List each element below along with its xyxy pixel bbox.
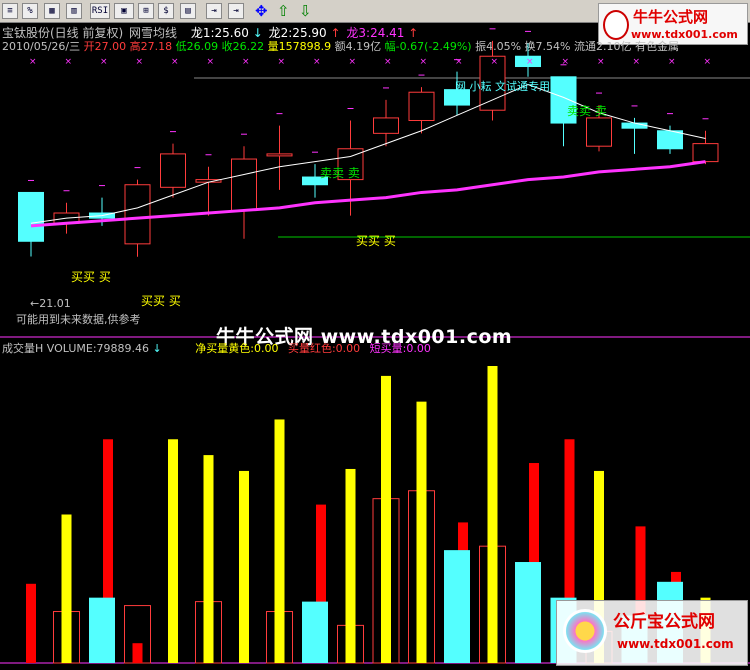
- top-cross: ×: [207, 57, 215, 67]
- top-cross: ×: [313, 57, 321, 67]
- top-cross: ×: [526, 57, 534, 67]
- special-label: 网 小耘 文试通专用: [455, 80, 550, 93]
- top-cross: ×: [633, 57, 641, 67]
- volume-arrow-icon: ↓: [152, 342, 162, 355]
- candle-body[interactable]: [231, 158, 257, 211]
- volume-yellow-bar: [381, 375, 391, 663]
- volume-title: 成交量H VOLUME:79889.46: [2, 342, 150, 355]
- candle-body[interactable]: [124, 184, 151, 245]
- top-cross: ×: [242, 57, 250, 67]
- watermark-bottom-title: 公斤宝公式网: [613, 612, 715, 632]
- candle-body[interactable]: [408, 91, 435, 121]
- volume-yellow-bar: [274, 419, 285, 663]
- volume-yellow: 净买量黄色:0.00: [195, 342, 279, 355]
- candle-body[interactable]: [657, 130, 683, 150]
- top-cross: ×: [491, 57, 499, 67]
- top-cross: ×: [668, 57, 676, 67]
- volume-cyan-bar: [444, 550, 470, 663]
- candle-body[interactable]: [266, 153, 293, 157]
- sell-label-2: 卖卖 卖: [567, 104, 607, 118]
- volume-cyan-bar: [515, 562, 541, 663]
- sell-label-1: 卖卖 卖: [320, 166, 360, 180]
- candle-body[interactable]: [621, 122, 648, 129]
- volume-yellow-bar: [61, 514, 72, 663]
- top-cross: ×: [384, 57, 392, 67]
- watermark-bottom-url: www.tdx001.com: [617, 637, 734, 651]
- watermark-bottom: 公斤宝公式网 www.tdx001.com: [556, 600, 748, 666]
- candle-body[interactable]: [586, 117, 612, 147]
- top-cross: ×: [597, 57, 605, 67]
- top-cross: ×: [136, 57, 144, 67]
- top-cross: ×: [171, 57, 179, 67]
- volume-yellow-bar: [203, 455, 214, 663]
- volume-red-bar: [132, 643, 143, 663]
- volume-cyan-bar: [89, 597, 115, 663]
- buy-label-2: 买买 买: [141, 294, 181, 308]
- top-cross: ×: [65, 57, 73, 67]
- volume-yellow-bar: [416, 401, 427, 663]
- volume-yellow-bar: [239, 470, 249, 663]
- top-cross: ×: [562, 57, 570, 67]
- buy-label-3: 买买 买: [356, 234, 396, 248]
- candle-body[interactable]: [160, 153, 186, 188]
- volume-yellow-bar: [487, 366, 498, 663]
- candles: [18, 40, 719, 257]
- buy-label-1: 买买 买: [71, 270, 111, 284]
- low-price-label: ←21.01: [30, 297, 71, 310]
- volume-cyan-bar: [302, 601, 328, 663]
- volume-magenta: 短买量:0.00: [369, 342, 431, 355]
- volume-header: 成交量H VOLUME:79889.46 ↓ 净买量黄色:0.00 买量红色:0…: [2, 340, 431, 356]
- volume-yellow-bar: [168, 439, 178, 663]
- top-cross: ×: [420, 57, 428, 67]
- candle-body[interactable]: [692, 143, 719, 163]
- top-cross: ×: [100, 57, 108, 67]
- top-cross: ×: [278, 57, 286, 67]
- top-cross: ×: [704, 57, 712, 67]
- top-cross: ×: [349, 57, 357, 67]
- top-cross: ×: [455, 57, 463, 67]
- candle-body[interactable]: [18, 191, 44, 242]
- volume-red: 买量红色:0.00: [287, 342, 361, 355]
- candle-body[interactable]: [373, 117, 399, 134]
- volume-yellow-bar: [345, 468, 356, 663]
- volume-red-bar: [26, 583, 36, 663]
- future-data-notice: 可能用到未来数据,供参考: [16, 313, 141, 326]
- dash-markers: × × × × × × × × × × × × × × × × × × × ×: [28, 28, 712, 192]
- top-cross: ×: [29, 57, 37, 67]
- flower-logo-icon: [563, 609, 607, 653]
